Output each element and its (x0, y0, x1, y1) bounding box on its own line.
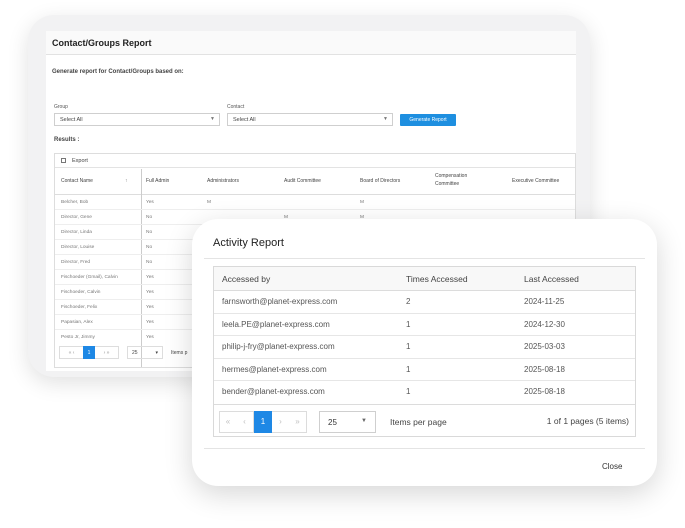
next-page-button[interactable]: › (272, 411, 290, 433)
table-row[interactable]: bender@planet-express.com 1 2025-08-18 (214, 381, 635, 404)
page-size-select[interactable]: 25 ▾ (127, 346, 163, 359)
table-row[interactable]: leela.PE@planet-express.com 1 2024-12-30 (214, 314, 635, 336)
stage: Contact/Groups Report Generate report fo… (0, 0, 685, 528)
table-row[interactable]: hermes@planet-express.com 1 2025-08-18 (214, 359, 635, 381)
first-prev-buttons[interactable]: « ‹ (59, 346, 83, 359)
results-label: Results : (54, 137, 80, 143)
divider (204, 258, 645, 259)
export-icon (61, 158, 66, 164)
grid-header: Contact Name ↑ Full Admin Administrators… (55, 169, 575, 195)
activity-table: Accessed by Times Accessed Last Accessed… (213, 266, 636, 437)
divider (204, 448, 645, 449)
column-header[interactable]: Board of Directors (360, 178, 400, 184)
modal-title: Activity Report (213, 237, 284, 249)
pager-info: 1 of 1 pages (5 items) (546, 416, 629, 426)
column-header[interactable]: Audit Committee (284, 178, 321, 184)
table-row[interactable]: Belcher, Bob Yes M M (55, 195, 575, 210)
column-header[interactable]: Compensation Committee (435, 172, 487, 188)
page-size-select[interactable]: 25 ▼ (319, 411, 376, 433)
pager: « ‹ 1 › » 25 ▼ Items per page 1 of 1 pag… (214, 404, 635, 437)
column-header-times-accessed[interactable]: Times Accessed (406, 274, 468, 284)
generate-report-button[interactable]: Generate Report (400, 114, 456, 126)
column-header[interactable]: Executive Committee (512, 178, 559, 184)
items-per-page-label: Items per page (390, 417, 447, 427)
page-1-button[interactable]: 1 (83, 346, 95, 359)
contact-label: Contact (227, 104, 245, 110)
sort-arrow-icon[interactable]: ↑ (125, 178, 128, 184)
page-1-button[interactable]: 1 (254, 411, 272, 433)
first-page-button[interactable]: « (219, 411, 237, 433)
activity-report-modal: Activity Report Accessed by Times Access… (192, 219, 657, 486)
prev-page-button[interactable]: ‹ (236, 411, 254, 433)
next-last-buttons[interactable]: › » (95, 346, 119, 359)
items-per-page-label: Items p (171, 350, 188, 356)
close-button[interactable]: Close (602, 462, 622, 471)
column-header-accessed-by[interactable]: Accessed by (222, 274, 270, 284)
contact-select[interactable]: Select All ▼ (227, 113, 393, 126)
chevron-down-icon: ▼ (383, 116, 388, 122)
column-header-last-accessed[interactable]: Last Accessed (524, 274, 579, 284)
export-button[interactable]: Export (55, 154, 575, 168)
table-row[interactable]: farnsworth@planet-express.com 2 2024-11-25 (214, 291, 635, 314)
table-header: Accessed by Times Accessed Last Accessed (214, 267, 635, 291)
caret-icon: ▾ (155, 350, 158, 356)
last-page-button[interactable]: » (289, 411, 307, 433)
column-header[interactable]: Administrators (207, 178, 239, 184)
generate-title: Generate report for Contact/Groups based… (52, 69, 184, 75)
column-header[interactable]: Contact Name (61, 178, 93, 184)
report-title: Contact/Groups Report (46, 31, 576, 55)
table-row[interactable]: philip-j-fry@planet-express.com 1 2025-03-… (214, 336, 635, 359)
chevron-down-icon: ▼ (210, 116, 215, 122)
group-select[interactable]: Select All ▼ (54, 113, 220, 126)
column-header[interactable]: Full Admin (146, 178, 169, 184)
group-label: Group (54, 104, 68, 110)
caret-down-icon: ▼ (361, 418, 367, 424)
